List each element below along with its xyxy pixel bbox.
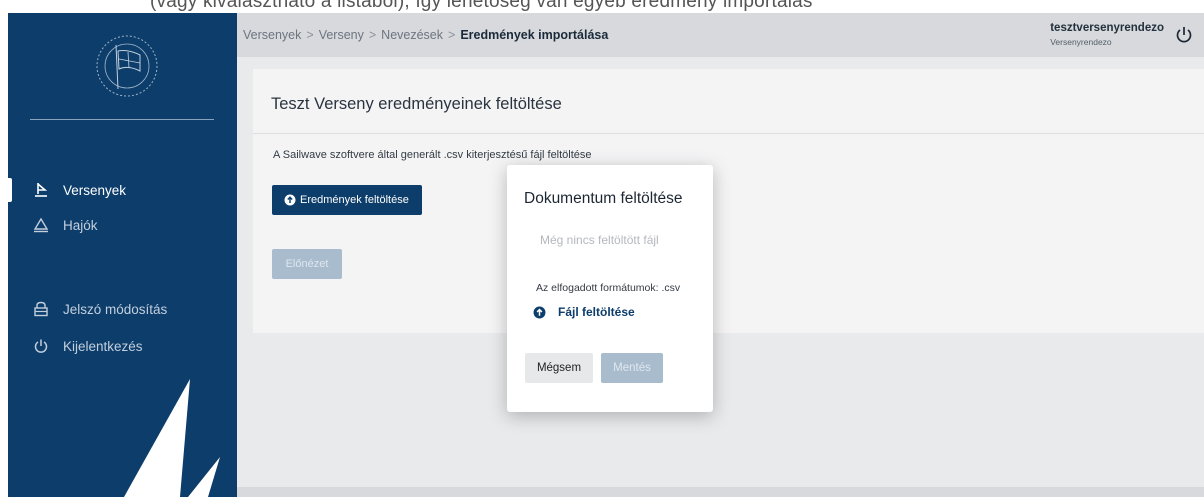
upload-arrow-icon — [533, 306, 546, 319]
dialog-title: Dokumentum feltöltése — [524, 190, 683, 207]
modal-overlay[interactable]: Dokumentum feltöltése Még nincs feltöltö… — [0, 0, 1204, 497]
document-upload-dialog: Dokumentum feltöltése Még nincs feltöltö… — [507, 165, 713, 412]
save-button[interactable]: Mentés — [601, 353, 663, 383]
accepted-formats-text: Az elfogadott formátumok: .csv — [536, 282, 681, 294]
file-upload-link[interactable]: Fájl feltöltése — [533, 305, 635, 319]
no-file-text: Még nincs feltöltött fájl — [540, 233, 659, 247]
file-upload-label: Fájl feltöltése — [558, 305, 635, 319]
cancel-button[interactable]: Mégsem — [525, 353, 593, 383]
